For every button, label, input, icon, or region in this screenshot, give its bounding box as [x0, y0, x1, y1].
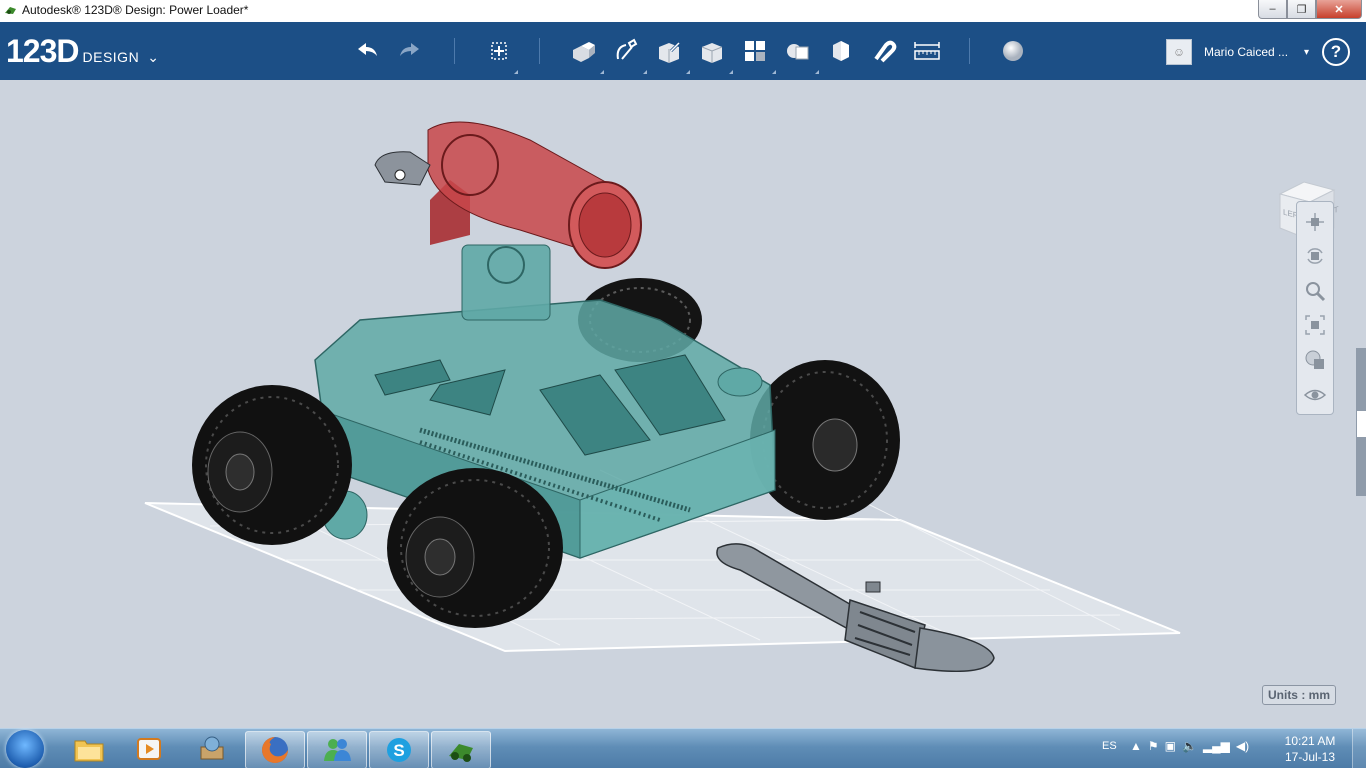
- visual-style-icon[interactable]: [1303, 348, 1327, 372]
- model-scene[interactable]: [0, 80, 1366, 728]
- main-toolbar: 123D DESIGN ⌄ ☺ Mario Caiced ... ▾ ?: [0, 22, 1366, 80]
- svg-text:S: S: [393, 741, 404, 760]
- toolbar-separator: [454, 38, 455, 64]
- dropdown-corner: [514, 70, 518, 74]
- combine-icon[interactable]: [824, 34, 858, 68]
- material-icon[interactable]: [996, 34, 1030, 68]
- sketch-icon[interactable]: [609, 34, 643, 68]
- skype-icon[interactable]: S: [369, 731, 429, 768]
- left-wheel[interactable]: [192, 385, 352, 545]
- explorer-icon[interactable]: [60, 731, 118, 767]
- zoom-icon[interactable]: [1303, 279, 1327, 303]
- dropdown-corner: [729, 70, 733, 74]
- dropdown-corner: [643, 70, 647, 74]
- grouping-icon[interactable]: [781, 34, 815, 68]
- side-panel-toggle[interactable]: [1357, 411, 1366, 437]
- system-clock[interactable]: 10:21 AM 17-Jul-13: [1278, 733, 1342, 765]
- speaker-icon[interactable]: ◀): [1236, 739, 1249, 753]
- modify-icon[interactable]: [695, 34, 729, 68]
- ruler-icon[interactable]: [910, 34, 944, 68]
- dropdown-corner: [815, 70, 819, 74]
- pattern-icon[interactable]: [738, 34, 772, 68]
- construct-icon[interactable]: [652, 34, 686, 68]
- snap-icon[interactable]: [867, 34, 901, 68]
- device-icon[interactable]: ▣: [1165, 739, 1176, 753]
- toolbar-separator: [539, 38, 540, 64]
- chevron-down-icon: ⌄: [147, 49, 159, 65]
- clock-date: 17-Jul-13: [1284, 750, 1336, 764]
- 123d-design-icon[interactable]: [431, 731, 491, 768]
- undo-icon[interactable]: [350, 34, 384, 68]
- transform-icon[interactable]: [482, 34, 516, 68]
- eye-icon[interactable]: [1303, 383, 1327, 407]
- avatar: ☺: [1166, 39, 1192, 65]
- tray-expand-icon[interactable]: ▲: [1130, 739, 1142, 753]
- messenger-icon[interactable]: [307, 731, 367, 768]
- dropdown-corner: [600, 70, 604, 74]
- navigation-bar: [1296, 201, 1334, 415]
- app-menu-button[interactable]: 123D DESIGN ⌄: [6, 33, 159, 70]
- dropdown-corner: [686, 70, 690, 74]
- start-button[interactable]: [6, 730, 44, 768]
- toolbar-separator: [969, 38, 970, 64]
- brand-logo: 123D: [6, 33, 79, 69]
- clock-time: 10:21 AM: [1284, 734, 1336, 748]
- window-title: Autodesk® 123D® Design: Power Loader*: [22, 3, 249, 17]
- help-button[interactable]: ?: [1322, 38, 1350, 66]
- package-icon[interactable]: [183, 731, 241, 767]
- front-wheel[interactable]: [387, 468, 563, 628]
- redo-icon[interactable]: [393, 34, 427, 68]
- show-desktop-button[interactable]: [1352, 729, 1366, 768]
- system-tray: ▲ ⚑ ▣ 🔈 ▂▄▆ ◀): [1130, 739, 1249, 753]
- 3d-viewport[interactable]: LEFT FRONT Units : mm: [0, 80, 1366, 728]
- window-title-bar: Autodesk® 123D® Design: Power Loader* – …: [0, 0, 1366, 23]
- maximize-button[interactable]: ❐: [1287, 0, 1316, 19]
- user-menu[interactable]: ☺ Mario Caiced ... ▾: [1166, 39, 1309, 65]
- windows-taskbar: S ES ▲ ⚑ ▣ 🔈 ▂▄▆ ◀) 10:21 AM 17-Jul-13: [0, 728, 1366, 768]
- dropdown-corner: [772, 70, 776, 74]
- input-language[interactable]: ES: [1102, 740, 1117, 752]
- primitives-icon[interactable]: [566, 34, 600, 68]
- firefox-icon[interactable]: [245, 731, 305, 768]
- network-icon[interactable]: ▂▄▆: [1203, 739, 1230, 753]
- user-name: Mario Caiced ...: [1204, 45, 1289, 59]
- chevron-down-icon: ▾: [1304, 46, 1310, 58]
- close-button[interactable]: ✕: [1316, 0, 1362, 19]
- orbit-icon[interactable]: [1303, 244, 1327, 268]
- brand-label: DESIGN: [82, 49, 140, 65]
- app-icon: [5, 7, 16, 14]
- media-player-icon[interactable]: [120, 731, 178, 767]
- units-indicator[interactable]: Units : mm: [1262, 685, 1336, 705]
- fit-icon[interactable]: [1303, 313, 1327, 337]
- volume-icon[interactable]: 🔈: [1182, 739, 1197, 753]
- minimize-button[interactable]: –: [1258, 0, 1287, 19]
- flag-icon[interactable]: ⚑: [1148, 739, 1159, 753]
- pan-icon[interactable]: [1303, 210, 1327, 234]
